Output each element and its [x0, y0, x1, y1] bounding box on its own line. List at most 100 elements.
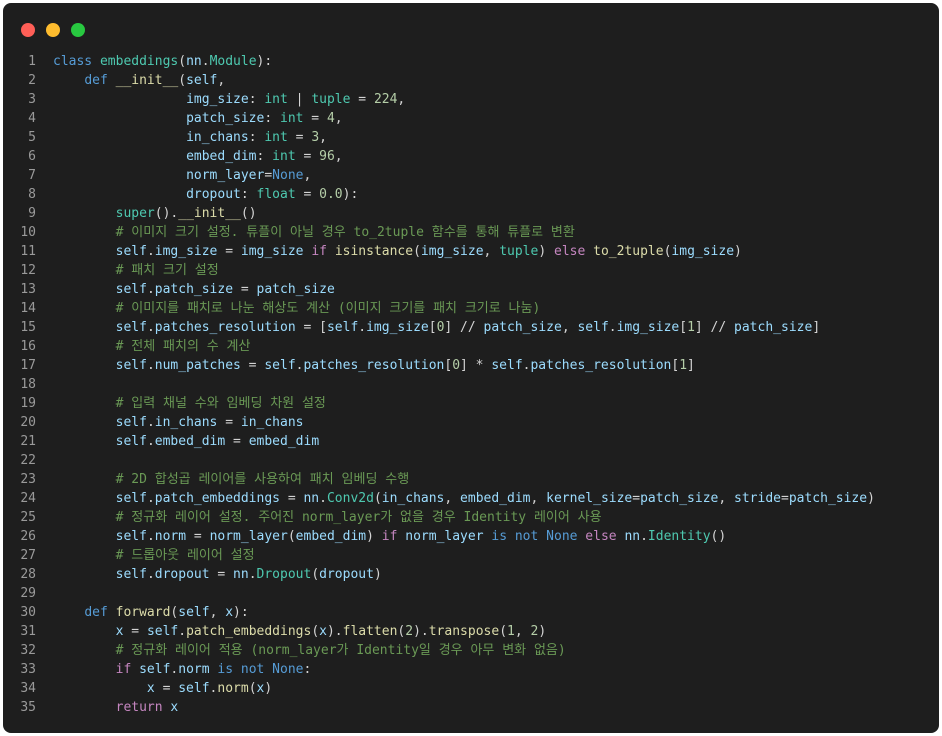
code-token: patch_size: [186, 111, 265, 126]
code-token: self: [115, 567, 147, 582]
code-token: ): [264, 681, 273, 696]
code-token: img_size: [420, 244, 484, 259]
line-number: 25: [20, 510, 36, 525]
minimize-icon[interactable]: [46, 23, 60, 37]
code-token: x: [170, 700, 179, 715]
close-icon[interactable]: [21, 23, 35, 37]
code-text: # 이미지를 패치로 나눈 해상도 계산 (이미지 크기를 패치 크기로 나눔): [53, 299, 541, 318]
line-number: 1: [28, 54, 36, 69]
code-token: =: [303, 111, 327, 126]
code-token: 2: [405, 624, 414, 639]
code-line: 3 img_size: int | tuple = 224,: [3, 90, 939, 109]
code-token: ,: [334, 149, 343, 164]
code-line: 26 self.norm = norm_layer(embed_dim) if …: [3, 527, 939, 546]
code-token: ,: [483, 244, 500, 259]
code-token: if: [115, 662, 132, 677]
code-token: = [: [295, 320, 327, 335]
line-number: 9: [28, 206, 36, 221]
code-token: self: [491, 358, 523, 373]
code-token: in_chans: [381, 491, 445, 506]
code-token: ):: [256, 54, 273, 69]
code-token: int: [264, 92, 288, 107]
code-token: =: [780, 491, 789, 506]
code-token: img_size: [154, 244, 218, 259]
code-token: img_size: [240, 244, 304, 259]
code-line: 12 # 패치 크기 설정: [3, 261, 939, 280]
line-number: 4: [28, 111, 36, 126]
code-token: 0.0: [319, 187, 343, 202]
code-token: super: [115, 206, 155, 221]
code-editor[interactable]: 1 class embeddings(nn.Module): 2 def __ini…: [3, 52, 939, 717]
code-token: self: [186, 73, 218, 88]
maximize-icon[interactable]: [71, 23, 85, 37]
line-number: 10: [20, 225, 36, 240]
code-token: .: [178, 624, 187, 639]
code-token: 224: [373, 92, 398, 107]
line-number: 24: [20, 491, 36, 506]
code-token: class: [53, 54, 100, 69]
code-token: ] //: [694, 320, 735, 335]
code-token: (: [311, 624, 320, 639]
code-token: patches_resolution: [303, 358, 445, 373]
code-token: patch_size: [483, 320, 562, 335]
code-line: 14 # 이미지를 패치로 나눈 해상도 계산 (이미지 크기를 패치 크기로 …: [3, 299, 939, 318]
code-token: is not None: [217, 662, 304, 677]
code-token: (): [240, 206, 257, 221]
code-token: ).: [326, 624, 343, 639]
code-line: 13 self.patch_size = patch_size: [3, 280, 939, 299]
code-token: ,: [530, 491, 547, 506]
code-token: =: [209, 567, 234, 582]
code-token: # 이미지를 패치로 나눈 해상도 계산 (이미지 크기를 패치 크기로 나눔): [115, 301, 541, 316]
code-token: =: [240, 358, 265, 373]
code-text: def forward(self, x):: [53, 603, 248, 622]
code-text: self.embed_dim = embed_dim: [53, 432, 320, 451]
code-token: int: [264, 130, 288, 145]
line-number: 31: [20, 624, 36, 639]
code-token: (: [499, 624, 508, 639]
line-number: 17: [20, 358, 36, 373]
code-text: in_chans: int = 3,: [53, 128, 327, 147]
code-token: patch_embeddings: [154, 491, 280, 506]
code-token: .: [146, 320, 155, 335]
code-token: nn: [233, 567, 249, 582]
code-line: 22: [3, 451, 939, 470]
code-token: img_size: [616, 320, 680, 335]
code-token: =: [295, 187, 320, 202]
code-token: # 이미지 크기 설정. 튜플이 아닐 경우 to_2tuple 함수를 통해 …: [115, 225, 575, 240]
code-token: (: [373, 491, 382, 506]
code-token: =: [233, 282, 257, 297]
code-token: ).: [413, 624, 429, 639]
code-line: 33 if self.norm is not None:: [3, 660, 939, 679]
code-token: =: [186, 529, 210, 544]
code-line: 27 # 드롭아웃 레이어 설정: [3, 546, 939, 565]
code-token: .: [146, 415, 155, 430]
code-token: norm_layer: [209, 529, 288, 544]
code-token: x: [146, 681, 155, 696]
code-token: .: [146, 244, 155, 259]
code-window: 1 class embeddings(nn.Module): 2 def __ini…: [3, 3, 939, 733]
code-text: # 패치 크기 설정: [53, 261, 219, 280]
code-line: 29: [3, 584, 939, 603]
line-number: 30: [20, 605, 36, 620]
code-token: tuple: [499, 244, 539, 259]
line-number: 7: [28, 168, 36, 183]
code-token: norm: [178, 662, 210, 677]
code-token: .: [146, 529, 155, 544]
code-token: patches_resolution: [530, 358, 672, 373]
code-token: (: [287, 529, 296, 544]
code-token: tuple: [311, 92, 351, 107]
code-token: ): [373, 567, 382, 582]
code-token: x: [225, 605, 234, 620]
